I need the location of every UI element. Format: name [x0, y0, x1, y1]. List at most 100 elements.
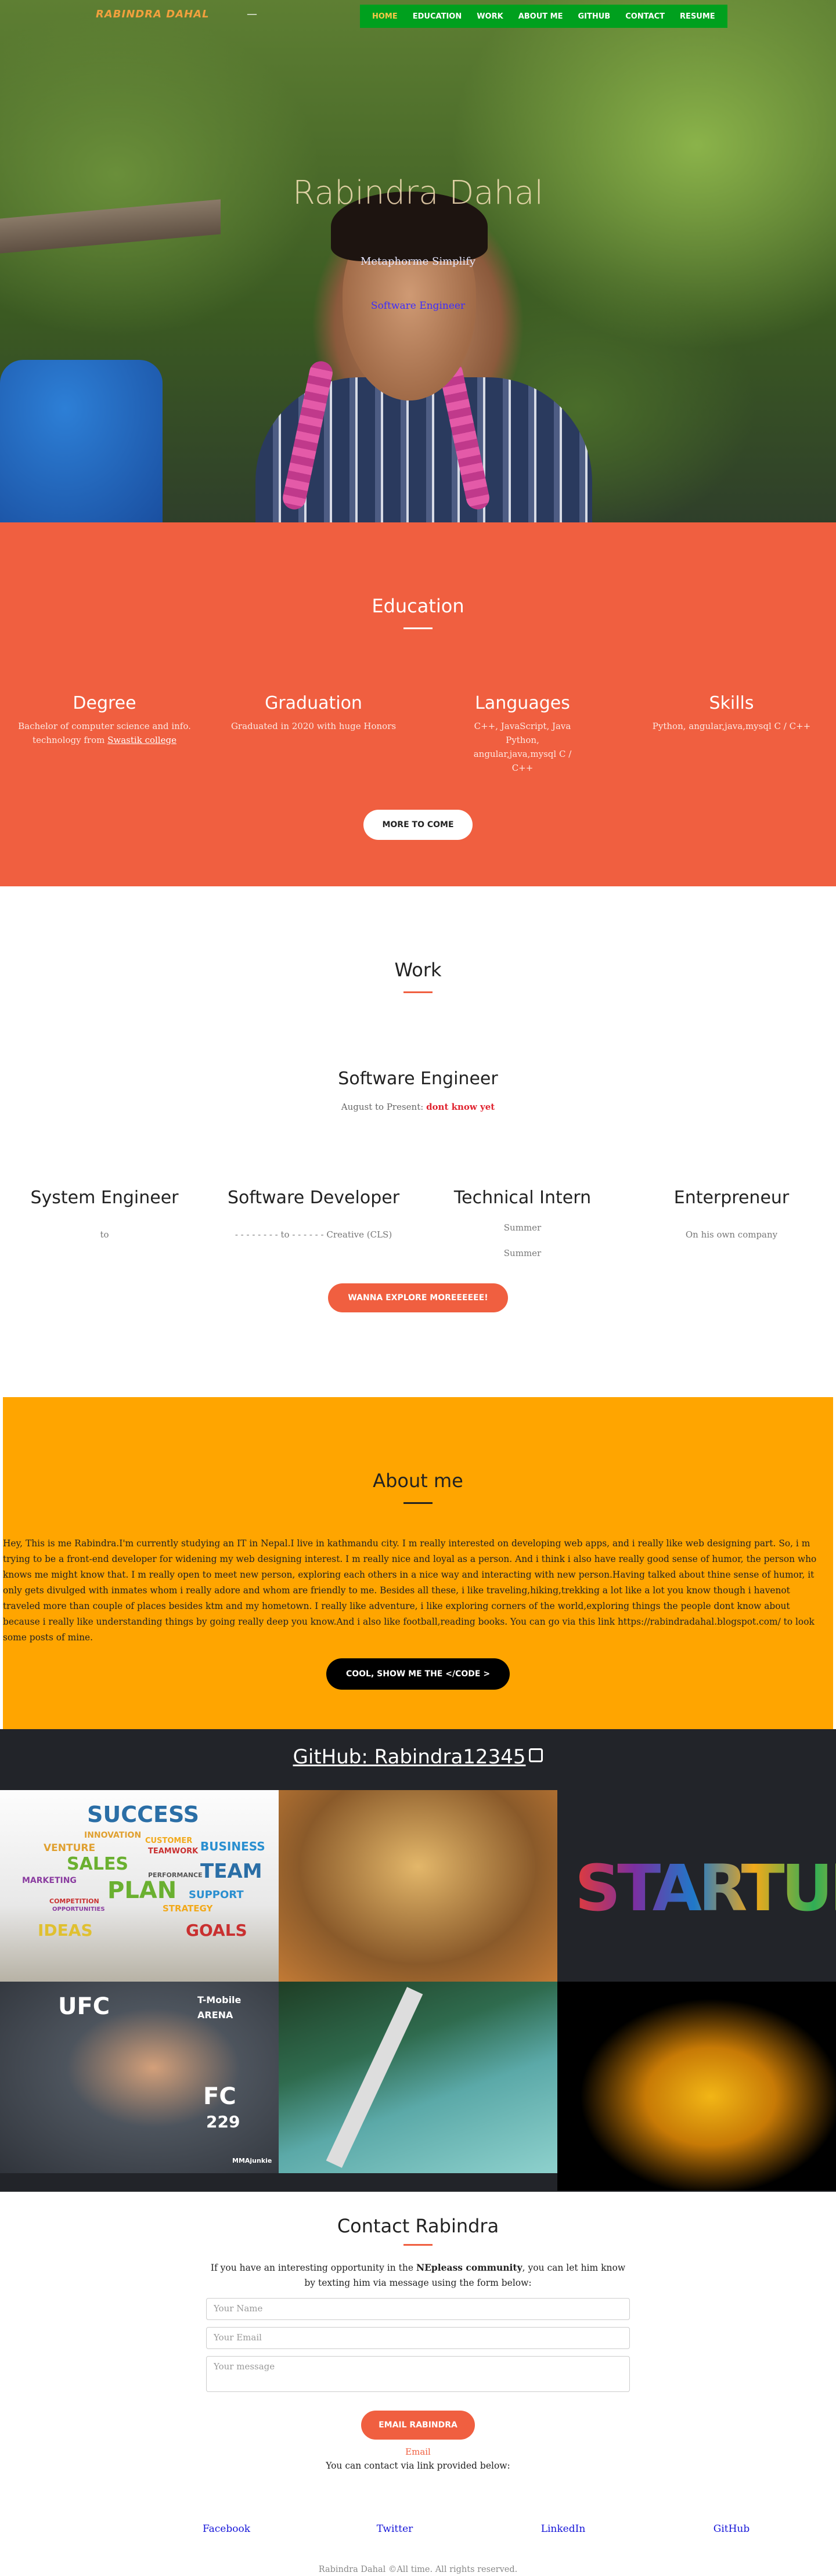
brand-logo[interactable]: RABINDRA DAHAL — [96, 8, 210, 20]
hero-subtitle: Metaphorme Simplify — [360, 255, 476, 268]
nav-item-education[interactable]: EDUCATION — [405, 12, 469, 21]
tile-word: INNOVATION — [84, 1831, 142, 1840]
college-link[interactable]: Swastik college — [107, 735, 176, 745]
tile-word: ARENA — [197, 2009, 233, 2021]
about-text: Hey, This is me Rabindra.I'm currently s… — [3, 1538, 817, 1643]
hero-photo-barrel — [0, 360, 163, 522]
linkedin-link[interactable]: LinkedIn — [479, 2523, 647, 2535]
tile-word: BUSINESS — [200, 1839, 265, 1853]
top-navigation: RABINDRA DAHAL — HOME EDUCATION WORK ABO… — [0, 0, 836, 33]
nav-item-about[interactable]: ABOUT ME — [511, 12, 571, 21]
work-software-developer: Software Developer - - - - - - - - to - … — [209, 1188, 418, 1260]
github-icon — [529, 1748, 543, 1762]
email-button[interactable]: EMAIL RABINDRA — [361, 2410, 475, 2440]
social-links: Facebook Twitter LinkedIn GitHub — [0, 2523, 836, 2535]
section-divider — [403, 2244, 433, 2246]
work-line: - - - - - - - - to - - - - - - Creative … — [235, 1229, 392, 1240]
education-heading: Skills — [709, 693, 754, 713]
work-section: Work Software Engineer August to Present… — [0, 886, 836, 1397]
education-text: Graduated in 2020 with huge Honors — [230, 721, 397, 731]
github-title-link[interactable]: GitHub: Rabindra12345 — [0, 1729, 836, 1769]
email-link[interactable]: Email — [0, 2447, 836, 2457]
education-languages: Languages C++, JavaScript, Java Python, … — [418, 693, 627, 775]
work-line: Summer — [503, 1248, 542, 1258]
work-line: to — [100, 1229, 109, 1240]
work-heading: Software Developer — [227, 1188, 400, 1208]
github-link[interactable]: GitHub — [647, 2523, 816, 2535]
github-tile-lily[interactable] — [557, 1982, 836, 2191]
github-tile-bridge[interactable] — [279, 1982, 557, 2173]
education-degree: Degree Bachelor of computer science and … — [0, 693, 209, 775]
section-divider — [403, 991, 433, 993]
github-tile-portrait[interactable] — [279, 1790, 557, 1982]
education-title: Education — [372, 595, 464, 617]
tile-word: MMAjunkie — [232, 2157, 272, 2164]
education-text: Bachelor of computer science and info. t… — [18, 721, 191, 745]
github-tile-fighter[interactable]: UFC T-Mobile ARENA FC 229 MMAjunkie — [0, 1982, 279, 2173]
work-heading: Technical Intern — [453, 1188, 592, 1208]
tile-word: SALES — [67, 1854, 129, 1874]
work-entrepreneur: Enterpreneur On his own company — [627, 1188, 836, 1260]
nav-menu: HOME EDUCATION WORK ABOUT ME GITHUB CONT… — [360, 5, 727, 28]
work-heading: Enterpreneur — [673, 1188, 790, 1208]
education-skills: Skills Python, angular,java,mysql C / C+… — [627, 693, 836, 775]
tile-word: TEAMWORK — [148, 1847, 199, 1856]
section-divider — [403, 627, 433, 629]
education-text: C++, JavaScript, Java Python, angular,ja… — [473, 721, 572, 773]
contact-intro: If you have an interesting opportunity i… — [210, 2262, 626, 2289]
name-field[interactable]: Your Name — [206, 2297, 630, 2320]
facebook-link[interactable]: Facebook — [142, 2523, 311, 2535]
nav-item-github[interactable]: GITHUB — [571, 12, 618, 21]
twitter-link[interactable]: Twitter — [311, 2523, 479, 2535]
tile-word: STRATEGY — [163, 1903, 213, 1914]
more-to-come-button[interactable]: MORE TO COME — [363, 810, 473, 840]
tile-word: CUSTOMER — [145, 1837, 193, 1845]
tile-word: IDEAS — [38, 1921, 93, 1940]
nav-item-work[interactable]: WORK — [469, 12, 510, 21]
hero-title: Rabindra Dahal — [292, 174, 544, 212]
footer-copyright: Rabindra Dahal ©All time. All rights res… — [318, 2564, 518, 2574]
nav-item-contact[interactable]: CONTACT — [618, 12, 672, 21]
github-tile-success[interactable]: SUCCESS INNOVATION CUSTOMER BUSINESS VEN… — [0, 1790, 279, 1982]
tile-word: OPPORTUNITIES — [52, 1906, 105, 1913]
work-main-role: Software Engineer — [338, 1069, 498, 1089]
hero-section: Rabindra Dahal Metaphorme Simplify Softw… — [0, 0, 836, 522]
tile-word: COMPETITION — [49, 1897, 99, 1905]
about-title: About me — [373, 1470, 463, 1492]
education-heading: Graduation — [265, 693, 362, 713]
education-graduation: Graduation Graduated in 2020 with huge H… — [209, 693, 418, 775]
github-tile-startup[interactable]: STARTUP — [557, 1790, 836, 1982]
tile-word: PLAN — [107, 1877, 177, 1904]
tile-word: SUCCESS — [87, 1802, 199, 1827]
education-section: Education Degree Bachelor of computer sc… — [0, 522, 836, 886]
education-text: Python, angular,java,mysql C / C++ — [652, 721, 811, 731]
tile-word: GOALS — [186, 1921, 247, 1940]
tile-word: MARKETING — [22, 1876, 77, 1885]
tile-word: STARTUP — [575, 1851, 836, 1925]
bridge-road — [326, 1987, 423, 2168]
education-heading: Degree — [73, 693, 136, 713]
about-section: About me Hey, This is me Rabindra.I'm cu… — [3, 1397, 833, 1729]
tile-word: SUPPORT — [189, 1889, 244, 1901]
email-field[interactable]: Your Email — [206, 2326, 630, 2349]
tile-word: VENTURE — [44, 1842, 96, 1854]
explore-more-button[interactable]: WANNA EXPLORE MOREEEEEE! — [328, 1283, 508, 1312]
contact-title: Contact Rabindra — [337, 2215, 499, 2237]
tile-word: UFC — [58, 1993, 110, 2020]
section-divider — [403, 1502, 433, 1504]
tile-word: PERFORMANCE — [148, 1871, 203, 1879]
hero-role: Software Engineer — [370, 300, 466, 312]
work-title: Work — [394, 959, 442, 981]
show-code-button[interactable]: COOL, SHOW ME THE </CODE > — [326, 1658, 510, 1690]
nav-item-resume[interactable]: RESUME — [672, 12, 723, 21]
message-field[interactable]: Your message — [206, 2355, 630, 2392]
work-heading: System Engineer — [30, 1188, 179, 1208]
nav-item-home[interactable]: HOME — [365, 12, 405, 21]
github-section: GitHub: Rabindra12345 SUCCESS INNOVATION… — [0, 1729, 836, 2192]
tile-word: TEAM — [200, 1860, 262, 1883]
work-line: On his own company — [685, 1229, 778, 1240]
contact-section: Contact Rabindra If you have an interest… — [0, 2192, 836, 2576]
nav-separator: — — [247, 8, 257, 20]
work-main-date: August to Present: dont know yet — [341, 1102, 495, 1112]
work-technical-intern: Technical Intern Summer Summer — [418, 1188, 627, 1260]
